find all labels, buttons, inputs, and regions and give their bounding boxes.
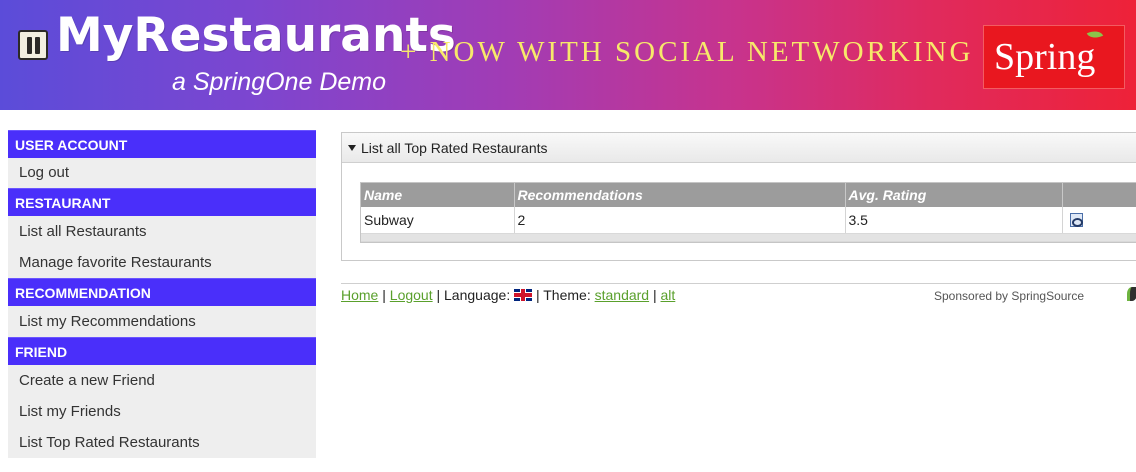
- theme-standard-link[interactable]: standard: [595, 287, 649, 303]
- cell-avg-rating: 3.5: [845, 207, 1063, 234]
- column-header-actions: [1062, 183, 1136, 207]
- knife-icon: [35, 37, 40, 54]
- table-footer-cell: [361, 233, 1136, 242]
- sidebar-section-recommendation: RECOMMENDATION: [8, 278, 316, 306]
- footer-separator: |: [378, 287, 390, 303]
- app-subtitle: a SpringOne Demo: [172, 68, 387, 96]
- sidebar-section-restaurant: RESTAURANT: [8, 188, 316, 216]
- sidebar-item-list-top-rated-restaurants[interactable]: List Top Rated Restaurants: [8, 427, 316, 458]
- caret-down-icon: [348, 145, 356, 152]
- theme-alt-link[interactable]: alt: [661, 287, 676, 303]
- spring-logo-text: Spring: [994, 36, 1096, 78]
- footer-divider: [341, 283, 1136, 284]
- column-header-name: Name: [361, 183, 515, 207]
- header-banner: MyRestaurants a SpringOne Demo + NOW WIT…: [0, 0, 1136, 110]
- sidebar-item-list-my-friends[interactable]: List my Friends: [8, 396, 316, 427]
- sidebar-item-log-out[interactable]: Log out: [8, 158, 316, 188]
- column-header-avg-rating: Avg. Rating: [845, 183, 1063, 207]
- panel-header[interactable]: List all Top Rated Restaurants: [342, 133, 1136, 163]
- language-label: | Language:: [432, 287, 515, 303]
- logout-link[interactable]: Logout: [390, 287, 433, 303]
- sidebar-section-user-account: USER ACCOUNT: [8, 130, 316, 158]
- spring-logo: Spring: [983, 25, 1125, 89]
- restaurant-logo-icon: [18, 30, 48, 60]
- sidebar-menu: USER ACCOUNT Log out RESTAURANT List all…: [8, 130, 316, 458]
- cell-actions: [1062, 207, 1136, 234]
- sidebar-item-list-all-restaurants[interactable]: List all Restaurants: [8, 216, 316, 247]
- cell-recommendations: 2: [514, 207, 846, 234]
- table-row: Subway 2 3.5: [361, 207, 1136, 234]
- table-header-row: Name Recommendations Avg. Rating: [361, 183, 1136, 207]
- restaurant-table: Name Recommendations Avg. Rating Subway …: [361, 183, 1136, 242]
- sidebar-item-list-my-recommendations[interactable]: List my Recommendations: [8, 306, 316, 337]
- footer-links: Home | Logout | Language: | Theme: stand…: [341, 285, 675, 305]
- theme-label: | Theme:: [532, 287, 595, 303]
- restaurant-table-wrap: Name Recommendations Avg. Rating Subway …: [360, 182, 1136, 243]
- cell-name: Subway: [361, 207, 515, 234]
- sidebar-item-create-new-friend[interactable]: Create a new Friend: [8, 365, 316, 396]
- panel-title: List all Top Rated Restaurants: [361, 140, 548, 156]
- sidebar-item-manage-favorite-restaurants[interactable]: Manage favorite Restaurants: [8, 247, 316, 278]
- column-header-recommendations: Recommendations: [514, 183, 846, 207]
- springsource-logo-icon[interactable]: [1127, 287, 1136, 301]
- sponsored-text: Sponsored by SpringSource: [934, 289, 1085, 303]
- app-title: MyRestaurants: [56, 8, 456, 63]
- footer-separator: |: [649, 287, 661, 303]
- table-footer-row: [361, 233, 1136, 242]
- sidebar-section-friend: FRIEND: [8, 337, 316, 365]
- home-link[interactable]: Home: [341, 287, 378, 303]
- uk-flag-icon[interactable]: [514, 289, 533, 302]
- tagline: + NOW WITH SOCIAL NETWORKING: [400, 36, 974, 68]
- fork-icon: [27, 37, 32, 54]
- show-details-icon[interactable]: [1069, 213, 1083, 228]
- top-rated-panel: List all Top Rated Restaurants Name Reco…: [341, 132, 1136, 261]
